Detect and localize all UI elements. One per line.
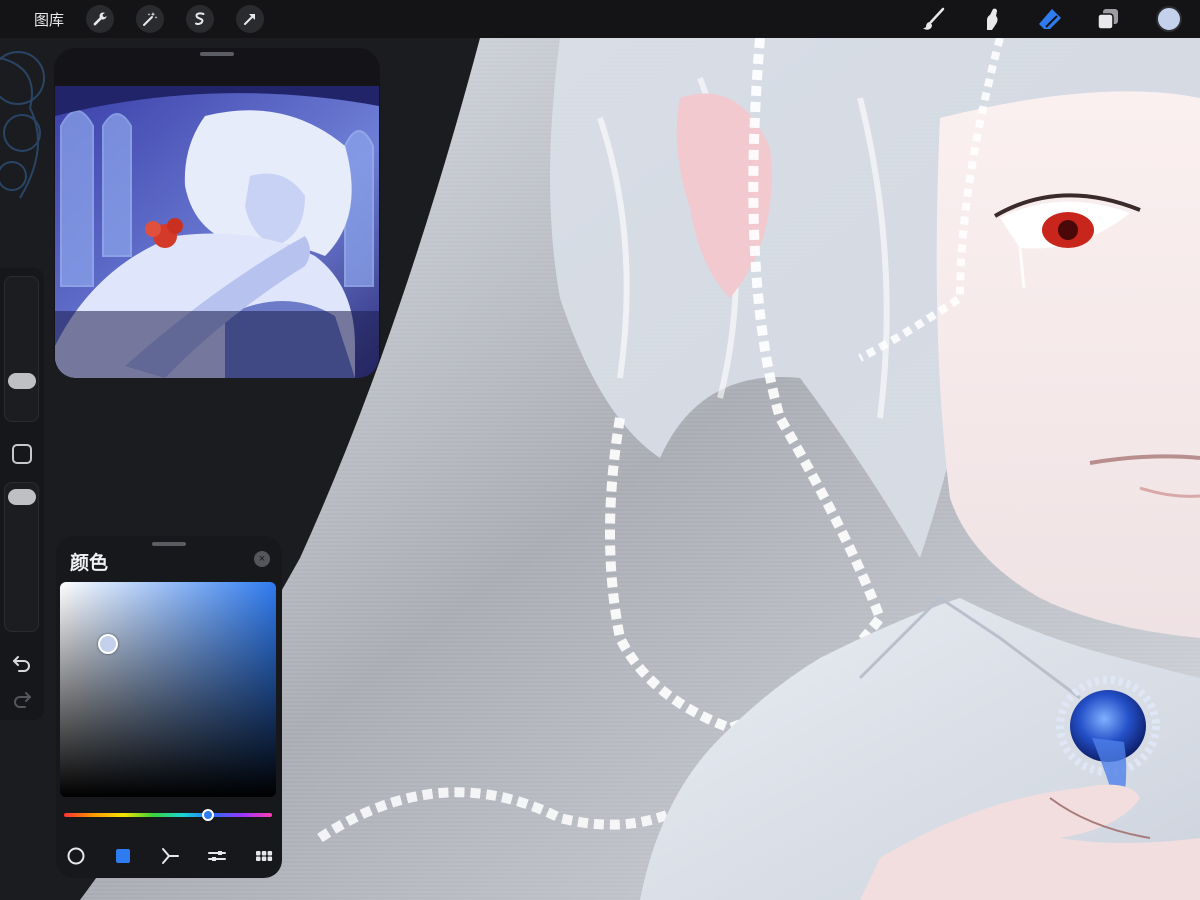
transform-arrow-icon	[244, 14, 256, 25]
brush-size-slider[interactable]	[4, 276, 39, 422]
close-icon[interactable]: ×	[254, 551, 270, 567]
disc-mode-button[interactable]	[64, 844, 88, 868]
color-picker-handle[interactable]	[98, 634, 118, 654]
opacity-slider[interactable]	[4, 482, 39, 632]
top-toolbar: 图库	[0, 0, 1200, 38]
smudge-tool[interactable]	[976, 3, 1008, 35]
toolbar-right-group	[892, 0, 1182, 38]
redo-icon[interactable]	[11, 688, 33, 710]
magic-wand-icon	[143, 12, 158, 26]
color-panel[interactable]: 颜色 ×	[56, 536, 282, 878]
layers-tool[interactable]	[1092, 3, 1124, 35]
color-panel-title: 颜色	[70, 553, 109, 574]
lace-corner	[0, 51, 45, 199]
reference-artwork	[55, 86, 379, 378]
color-mode-bar	[64, 842, 276, 870]
gallery-button[interactable]: 图库	[34, 9, 64, 30]
opacity-knob[interactable]	[8, 489, 36, 505]
hue-slider[interactable]	[64, 809, 272, 821]
eraser-icon	[1039, 9, 1061, 29]
undo-icon[interactable]	[11, 652, 33, 674]
harmony-mode-icon	[162, 848, 179, 864]
smudge-icon	[987, 8, 998, 30]
value-mode-icon	[208, 851, 226, 861]
toolbar-left-group: 图库	[34, 0, 286, 38]
current-color-swatch[interactable]	[1156, 6, 1182, 32]
layers-icon	[1097, 9, 1118, 30]
eraser-tool[interactable]	[1034, 3, 1066, 35]
adjustments-button[interactable]	[136, 5, 165, 33]
left-sidebar	[0, 268, 44, 720]
palettes-mode-button[interactable]	[252, 844, 276, 868]
classic-mode-icon	[116, 849, 130, 863]
selection-icon	[195, 12, 205, 25]
saturation-brightness-square[interactable]	[60, 582, 276, 797]
hue-slider-knob[interactable]	[202, 809, 214, 821]
brush-tool[interactable]	[918, 3, 950, 35]
palettes-mode-icon	[256, 851, 273, 861]
reference-image	[55, 86, 379, 378]
reference-panel[interactable]	[54, 48, 380, 378]
selection-button[interactable]	[186, 5, 215, 33]
brush-size-knob[interactable]	[8, 373, 36, 389]
actions-button[interactable]	[86, 5, 115, 33]
brush-icon	[923, 7, 945, 30]
color-panel-grabber[interactable]	[152, 542, 186, 546]
disc-mode-icon	[67, 847, 85, 865]
classic-mode-button[interactable]	[111, 844, 135, 868]
reference-panel-grabber[interactable]	[200, 52, 234, 56]
harmony-mode-button[interactable]	[158, 844, 182, 868]
value-mode-button[interactable]	[205, 844, 229, 868]
modify-button[interactable]	[12, 444, 32, 464]
transform-button[interactable]	[236, 5, 265, 33]
wrench-icon	[93, 12, 107, 26]
